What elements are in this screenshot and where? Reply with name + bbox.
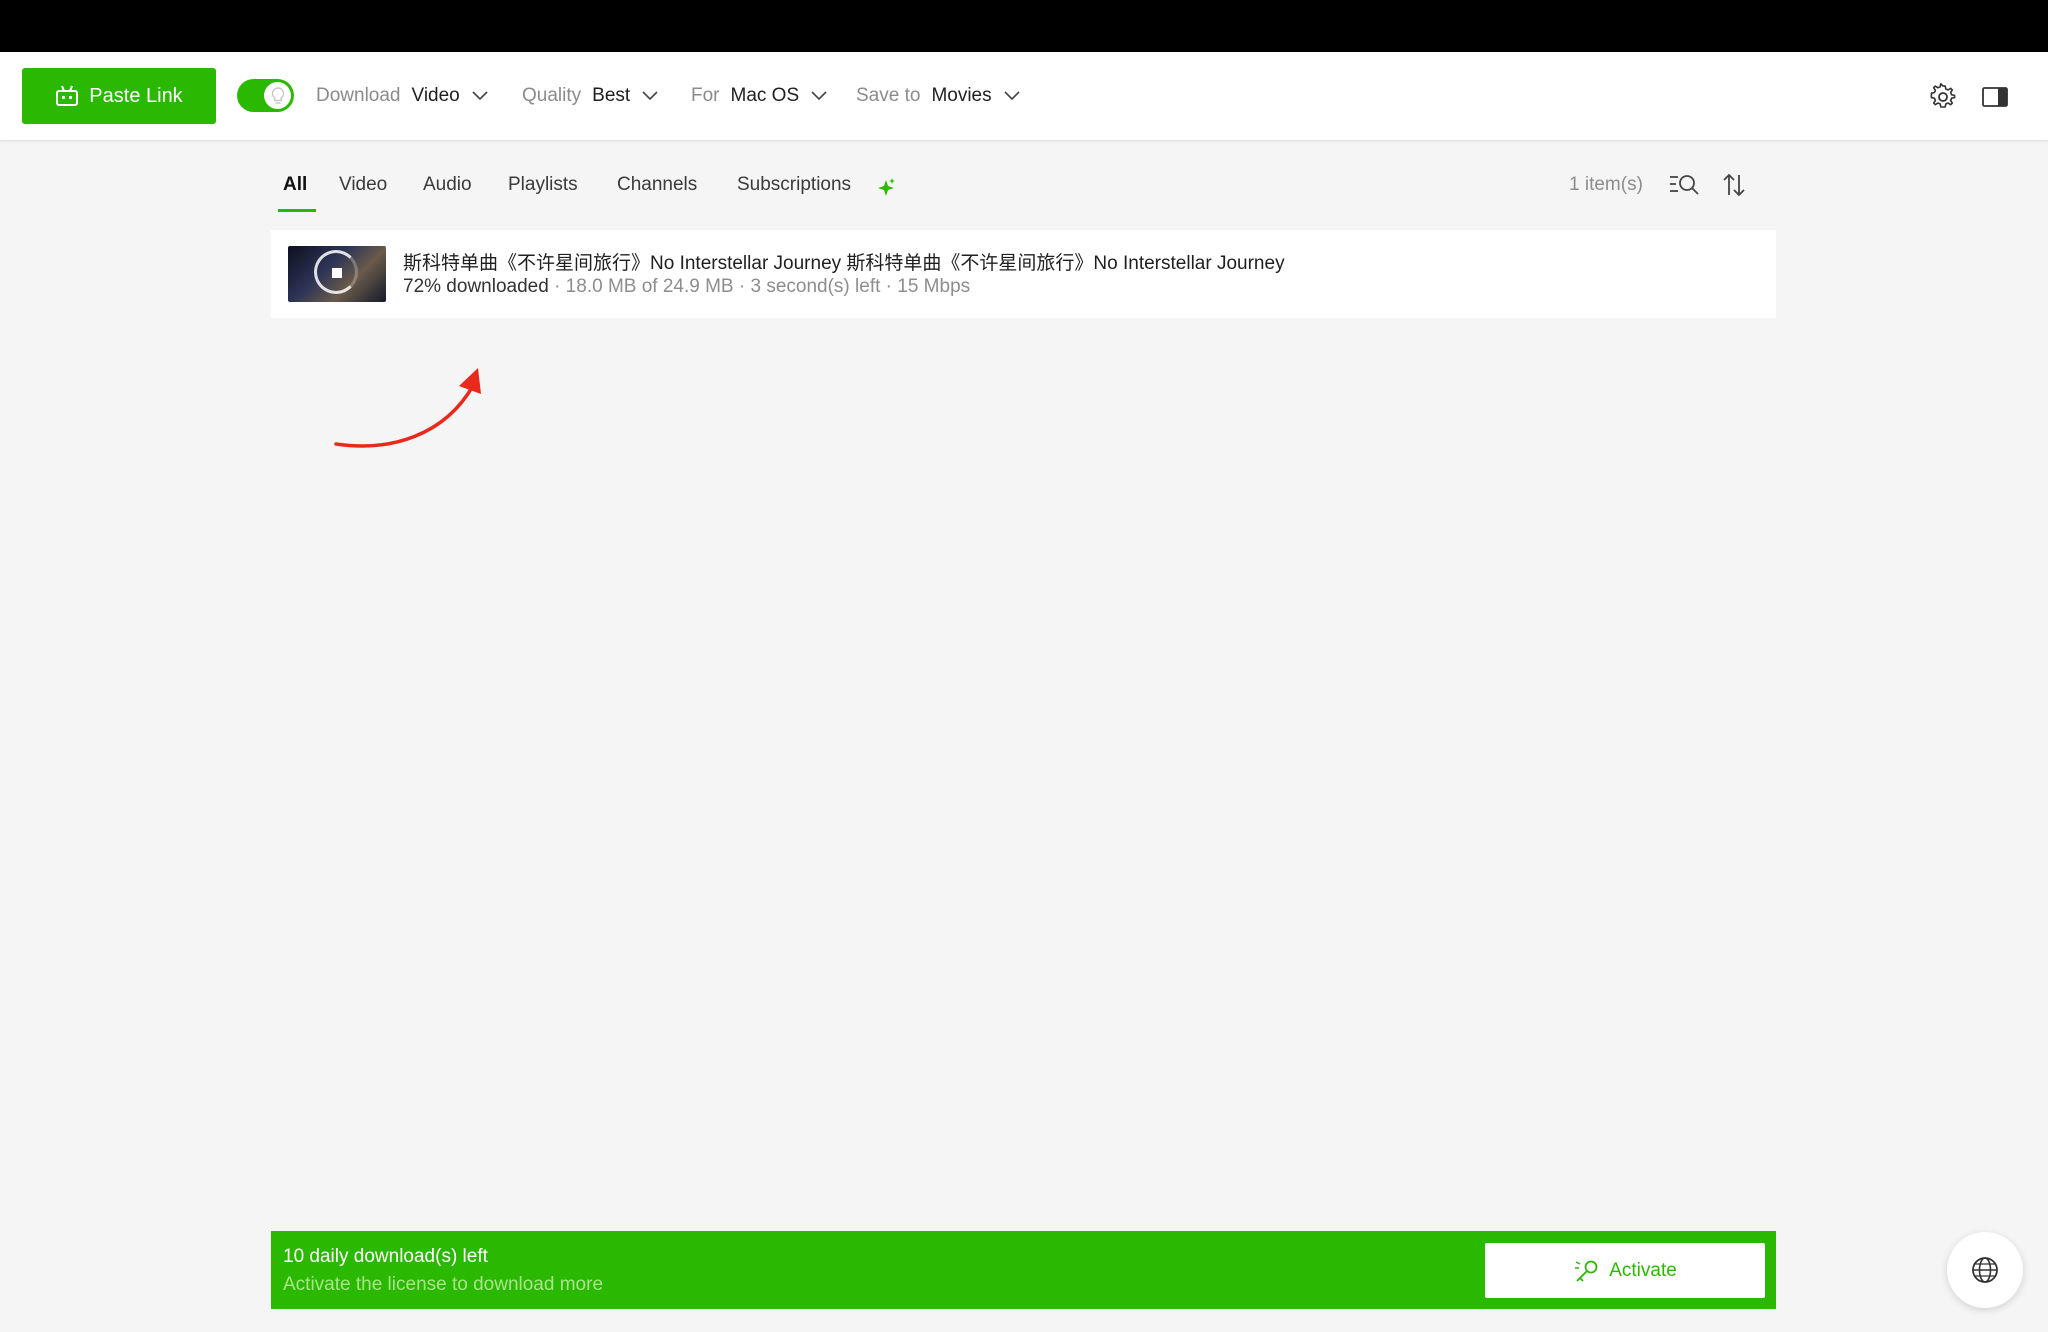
- tab-playlists[interactable]: Playlists: [508, 174, 578, 204]
- platform-dropdown[interactable]: For Mac OS: [691, 84, 827, 108]
- paste-link-label: Paste Link: [89, 84, 183, 107]
- paste-link-button[interactable]: Paste Link: [22, 68, 216, 124]
- sort-icon[interactable]: [1721, 172, 1747, 198]
- globe-icon: [1972, 1257, 1998, 1283]
- active-tab-indicator: [278, 209, 316, 212]
- tab-subscriptions[interactable]: Subscriptions: [737, 174, 851, 204]
- daily-downloads-left: 10 daily download(s) left: [283, 1246, 488, 1267]
- quality-dropdown[interactable]: Quality Best: [522, 84, 658, 108]
- download-details: · 18.0 MB of 24.9 MB · 3 second(s) left …: [554, 276, 971, 297]
- chevron-down-icon: [472, 91, 488, 101]
- chevron-down-icon: [1004, 91, 1020, 101]
- tab-video[interactable]: Video: [339, 174, 387, 204]
- item-status: 72% downloaded · 18.0 MB of 24.9 MB · 3 …: [403, 276, 970, 298]
- gear-icon[interactable]: [1929, 83, 1957, 111]
- save-to-label: Save to: [856, 85, 921, 106]
- language-button[interactable]: [1947, 1232, 2023, 1308]
- download-item[interactable]: 斯科特单曲《不许星间旅行》No Interstellar Journey 斯科特…: [271, 230, 1776, 318]
- chevron-down-icon: [811, 91, 827, 101]
- license-banner: 10 daily download(s) left Activate the l…: [271, 1231, 1776, 1309]
- robot-icon: [56, 85, 79, 106]
- tab-audio[interactable]: Audio: [423, 174, 472, 204]
- download-progress-text: 72% downloaded: [403, 276, 549, 297]
- window-top-bar: [0, 0, 2048, 52]
- key-icon: [1575, 1260, 1598, 1282]
- chevron-down-icon: [642, 91, 658, 101]
- toolbar: Paste Link Download Video Quality Best F…: [0, 52, 2048, 141]
- annotation-arrow: [334, 368, 481, 448]
- tab-channels[interactable]: Channels: [617, 174, 697, 204]
- activate-label: Activate: [1609, 1259, 1677, 1281]
- tab-all[interactable]: All: [283, 174, 307, 204]
- items-count: 1 item(s): [1569, 174, 1643, 195]
- download-type-value: Video: [411, 85, 460, 106]
- save-to-dropdown[interactable]: Save to Movies: [856, 84, 1020, 108]
- platform-value: Mac OS: [730, 85, 800, 106]
- quality-value: Best: [592, 85, 631, 106]
- sidebar-panel-icon[interactable]: [1981, 83, 2009, 111]
- smart-mode-toggle[interactable]: [237, 79, 294, 112]
- toggle-knob: [264, 82, 291, 109]
- activate-hint: Activate the license to download more: [283, 1274, 604, 1295]
- save-to-value: Movies: [931, 85, 992, 106]
- item-title: 斯科特单曲《不许星间旅行》No Interstellar Journey 斯科特…: [403, 253, 1285, 274]
- search-list-icon[interactable]: [1668, 172, 1700, 198]
- quality-label: Quality: [522, 85, 582, 106]
- platform-label: For: [691, 85, 720, 106]
- video-thumbnail: [288, 246, 386, 302]
- lightbulb-icon: [271, 86, 284, 104]
- activate-button[interactable]: Activate: [1485, 1243, 1765, 1298]
- sparkle-icon: [878, 178, 895, 196]
- stop-download-icon[interactable]: [332, 268, 342, 278]
- download-type-dropdown[interactable]: Download Video: [316, 84, 488, 108]
- download-type-label: Download: [316, 85, 401, 106]
